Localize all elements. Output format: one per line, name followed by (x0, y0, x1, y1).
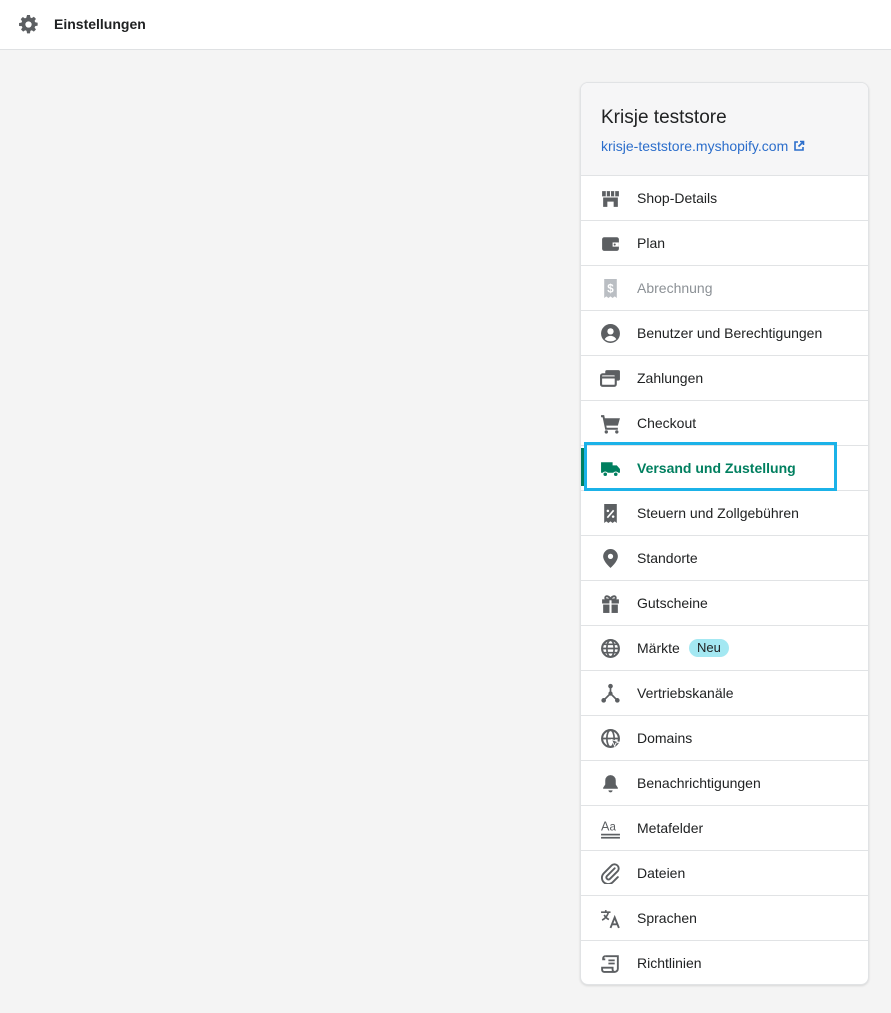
translate-icon (601, 910, 620, 929)
settings-card: Krisje teststore krisje-teststore.myshop… (580, 82, 869, 985)
store-icon (602, 191, 619, 207)
svg-text:a: a (609, 822, 616, 834)
nav-item-plan[interactable]: Plan (581, 221, 868, 266)
nav-item-policies[interactable]: Richtlinien (581, 941, 868, 984)
cart-icon (601, 415, 620, 434)
svg-text:$: $ (607, 284, 614, 296)
nav-label: Benachrichtigungen (637, 775, 761, 791)
nav-item-domains[interactable]: Domains (581, 716, 868, 761)
nav-label: Standorte (637, 550, 698, 566)
nav-label: Gutscheine (637, 595, 708, 611)
store-header: Krisje teststore krisje-teststore.myshop… (581, 83, 868, 176)
paperclip-icon (601, 863, 620, 884)
bell-icon (603, 775, 618, 793)
nav-item-shipping[interactable]: Versand und Zustellung (581, 446, 868, 491)
top-bar: Einstellungen (0, 0, 891, 50)
nav-label: Richtlinien (637, 955, 702, 971)
nav-item-checkout[interactable]: Checkout (581, 401, 868, 446)
nav-label: Shop-Details (637, 190, 718, 206)
channels-icon (601, 683, 620, 703)
nav-label: Checkout (637, 415, 697, 431)
nav-item-notifications[interactable]: Benachrichtigungen (581, 761, 868, 806)
domains-icon (601, 729, 621, 748)
nav-item-sales-channels[interactable]: Vertriebskanäle (581, 671, 868, 716)
nav-item-taxes[interactable]: Steuern und Zollgebühren (581, 491, 868, 536)
nav-label: Zahlungen (637, 370, 704, 386)
nav-label: Steuern und Zollgebühren (637, 505, 799, 521)
truck-icon (601, 462, 620, 478)
nav-item-gift-cards[interactable]: Gutscheine (581, 581, 868, 626)
nav-label: Märkte (637, 640, 680, 656)
nav-item-files[interactable]: Dateien (581, 851, 868, 896)
store-name: Krisje teststore (601, 107, 727, 128)
nav-item-locations[interactable]: Standorte (581, 536, 868, 581)
location-icon (603, 549, 618, 568)
nav-label: Vertriebskanäle (637, 685, 734, 701)
nav-item-metafields[interactable]: Aa Metafelder (581, 806, 868, 851)
gear-icon (19, 15, 38, 34)
nav-label: Sprachen (637, 910, 697, 926)
billing-icon: $ (604, 279, 617, 298)
nav-item-shop-details[interactable]: Shop-Details (581, 176, 868, 221)
tax-icon (604, 504, 617, 523)
gift-icon (602, 595, 619, 613)
wallet-icon (602, 237, 619, 251)
nav-label: Dateien (637, 865, 686, 881)
new-badge: Neu (689, 639, 729, 657)
store-url[interactable]: krisje-teststore.myshopify.com (601, 138, 788, 154)
nav-item-billing[interactable]: $ Abrechnung (581, 266, 868, 311)
nav-label: Plan (637, 235, 666, 251)
nav-label: Versand und Zustellung (637, 460, 796, 476)
settings-nav: Shop-Details Plan $ Abrechnung Benutzer … (581, 176, 868, 984)
globe-icon (601, 639, 620, 658)
user-icon (601, 324, 620, 343)
metafields-icon: Aa (601, 820, 620, 839)
nav-item-users[interactable]: Benutzer und Berechtigungen (581, 311, 868, 356)
nav-label: Benutzer und Berechtigungen (637, 325, 823, 341)
payments-icon (600, 370, 620, 387)
nav-label: Metafelder (637, 820, 704, 836)
nav-item-markets[interactable]: Märkte Neu (581, 626, 868, 671)
policy-icon (601, 955, 619, 973)
external-link-icon (794, 140, 805, 151)
nav-item-payments[interactable]: Zahlungen (581, 356, 868, 401)
store-url-link[interactable]: krisje-teststore.myshopify.com (601, 138, 805, 154)
page-title: Einstellungen (54, 16, 146, 32)
nav-label: Domains (637, 730, 693, 746)
nav-label: Abrechnung (637, 280, 713, 296)
nav-item-languages[interactable]: Sprachen (581, 896, 868, 941)
